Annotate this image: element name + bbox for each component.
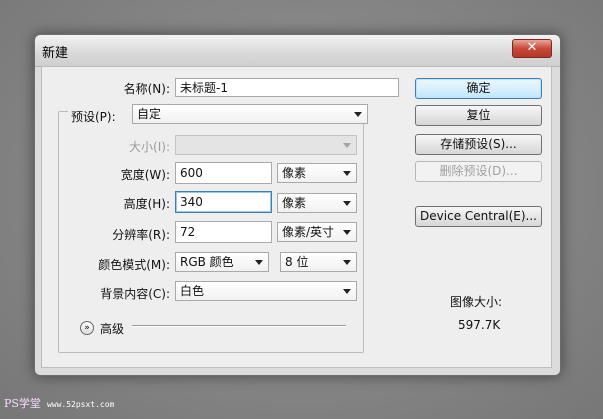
width-unit-select[interactable]: 像素	[277, 163, 357, 183]
watermark-url: www.52psxt.com	[46, 400, 115, 409]
size-select	[175, 135, 357, 155]
ok-button[interactable]: 确定	[415, 78, 542, 99]
expand-advanced-icon[interactable]: »	[80, 321, 94, 335]
background-select[interactable]: 白色	[175, 281, 357, 301]
name-input[interactable]: 未标题-1	[175, 78, 399, 97]
delete-preset-button: 删除预设(D)...	[415, 161, 542, 182]
preset-select[interactable]: 自定	[132, 104, 368, 124]
title-bar[interactable]: 新建 ✕	[35, 35, 560, 67]
color-mode-label: 颜色模式(M):	[98, 258, 170, 272]
height-unit-value: 像素	[282, 196, 307, 210]
height-unit-select[interactable]: 像素	[277, 193, 357, 213]
preset-label: 预设(P):	[68, 108, 134, 125]
size-label: 大小(I):	[129, 140, 170, 154]
background-value: 白色	[180, 284, 205, 298]
bit-depth-value: 8 位	[285, 255, 309, 269]
width-label: 宽度(W):	[120, 168, 170, 182]
chevron-down-icon	[343, 143, 351, 148]
image-size-value: 597.7K	[458, 318, 501, 332]
watermark: PS学堂 www.52psxt.com	[4, 395, 114, 411]
watermark-brand: PS学堂	[4, 397, 41, 410]
resolution-unit-value: 像素/英寸	[282, 225, 335, 239]
preset-select-value: 自定	[137, 107, 162, 121]
close-button[interactable]: ✕	[512, 39, 552, 58]
chevron-down-icon	[343, 201, 351, 206]
chevron-down-icon	[343, 230, 351, 235]
chevron-down-icon	[354, 112, 362, 117]
reset-button[interactable]: 复位	[415, 105, 542, 126]
name-label: 名称(N):	[123, 82, 170, 96]
save-preset-button[interactable]: 存储预设(S)...	[415, 134, 542, 155]
height-label: 高度(H):	[123, 197, 170, 211]
chevron-down-icon	[343, 171, 351, 176]
chevron-down-icon	[255, 260, 263, 265]
advanced-divider	[132, 325, 346, 327]
dialog-title: 新建	[42, 46, 69, 61]
width-unit-value: 像素	[282, 166, 307, 180]
width-input[interactable]: 600	[175, 162, 272, 184]
chevron-down-icon	[343, 260, 351, 265]
advanced-label[interactable]: 高级	[100, 320, 124, 337]
color-mode-value: RGB 颜色	[180, 255, 234, 269]
resolution-label: 分辨率(R):	[112, 228, 170, 242]
color-mode-select[interactable]: RGB 颜色	[175, 252, 269, 272]
image-size-label: 图像大小:	[450, 295, 503, 309]
resolution-unit-select[interactable]: 像素/英寸	[277, 222, 357, 242]
background-label: 背景内容(C):	[100, 287, 170, 301]
bit-depth-select[interactable]: 8 位	[280, 252, 357, 272]
height-input[interactable]: 340	[175, 191, 272, 213]
chevron-down-icon	[343, 289, 351, 294]
resolution-input[interactable]: 72	[175, 221, 272, 243]
device-central-button[interactable]: Device Central(E)...	[415, 206, 542, 227]
